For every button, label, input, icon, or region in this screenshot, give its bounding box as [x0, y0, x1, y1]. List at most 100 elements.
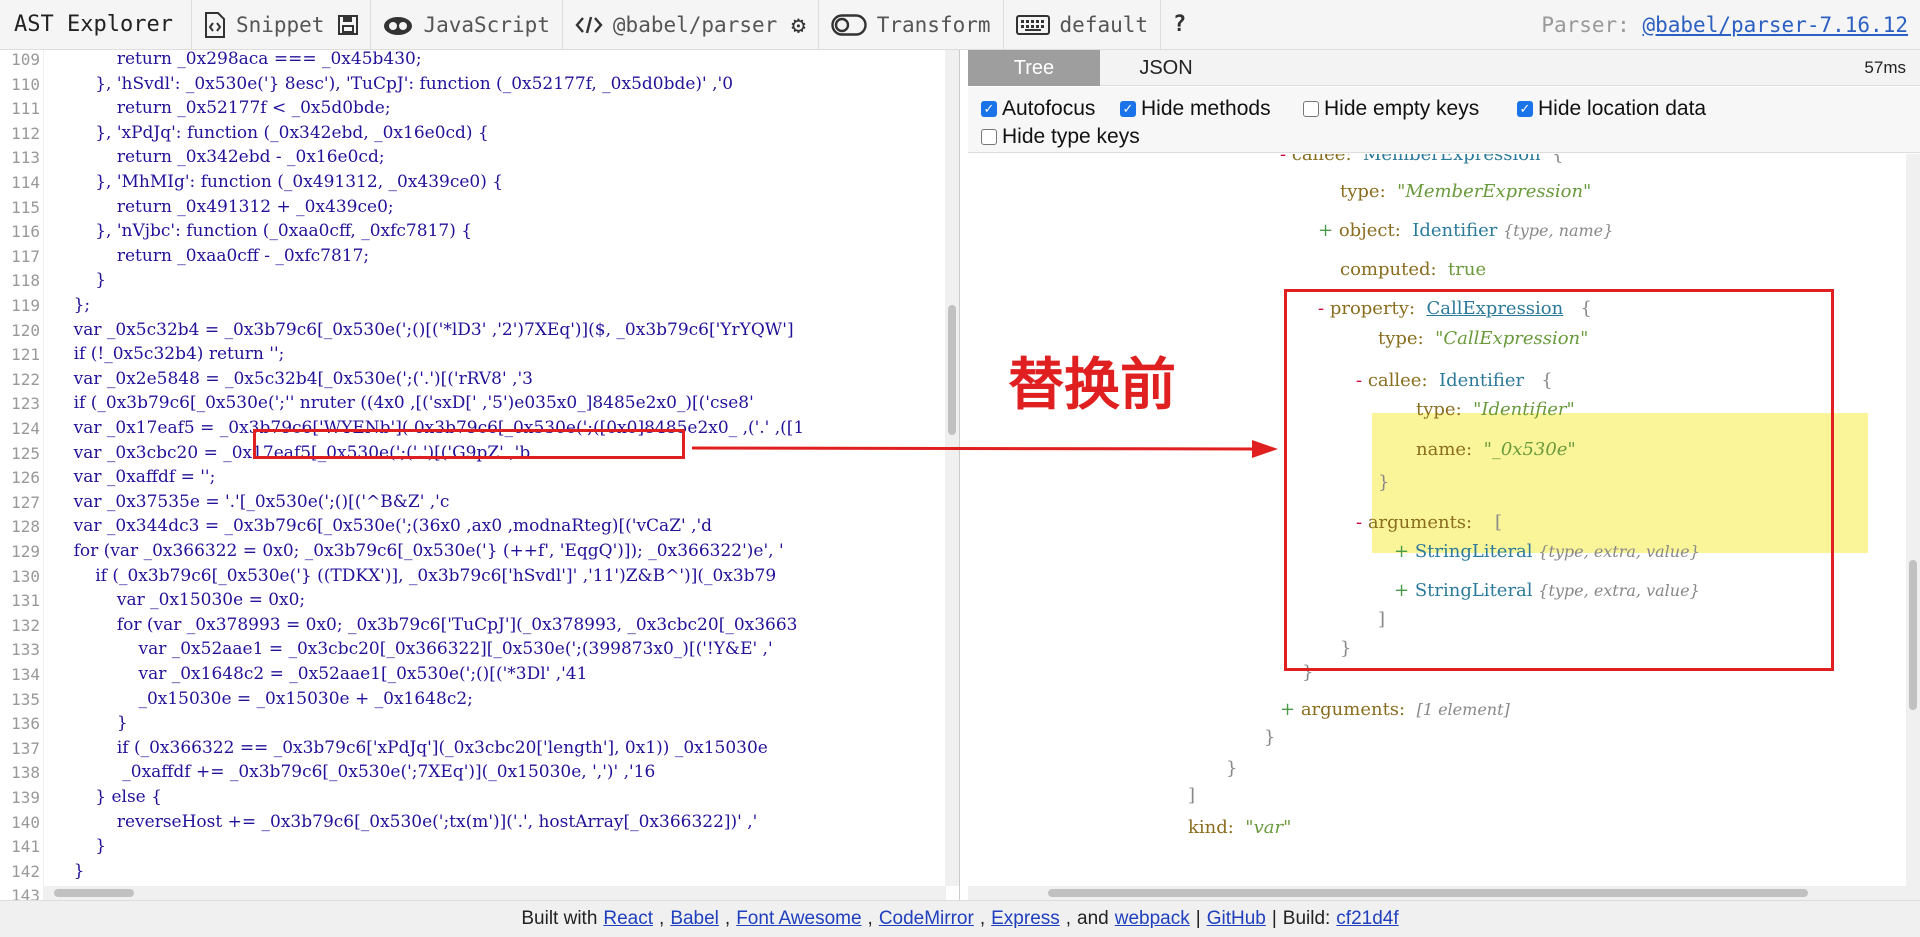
parser-version-link[interactable]: @babel/parser-7.16.12: [1642, 13, 1908, 37]
code-line[interactable]: var _0x1648c2 = _0x52aae1[_0x530e(';()[(…: [52, 664, 587, 684]
code-line[interactable]: var _0x52aae1 = _0x3cbc20[_0x366322][_0x…: [52, 639, 772, 659]
code-line[interactable]: var _0x344dc3 = _0x3b79c6[_0x530e(';(36x…: [52, 516, 712, 536]
code-line[interactable]: return _0xaa0cff - _0xfc7817;: [52, 246, 369, 266]
save-button[interactable]: [336, 0, 370, 50]
footer-build-prefix: Build:: [1282, 908, 1331, 929]
toggle-icon: [831, 13, 867, 36]
option-autofocus[interactable]: ✓ Autofocus: [981, 97, 1095, 121]
transform-label: Transform: [876, 12, 991, 37]
code-line[interactable]: }: [52, 861, 85, 881]
footer-link-github[interactable]: GitHub: [1207, 908, 1266, 930]
tab-tree[interactable]: Tree: [968, 50, 1100, 86]
line-number: 132: [11, 615, 40, 635]
line-number: 124: [11, 419, 40, 438]
line-number: 130: [11, 566, 40, 586]
code-line[interactable]: for (var _0x378993 = 0x0; _0x3b79c6['TuC…: [52, 615, 798, 635]
key: callee:: [1291, 154, 1352, 165]
code-line[interactable]: var _0x2e5848 = _0x5c32b4[_0x530e(';('.'…: [52, 369, 533, 389]
option-label: Hide location data: [1538, 97, 1707, 120]
code-line[interactable]: return _0x298aca === _0x45b430;: [52, 50, 422, 69]
scrollbar-thumb[interactable]: [948, 305, 956, 435]
tree-horizontal-scrollbar[interactable]: [968, 886, 1920, 900]
code-line[interactable]: }, 'nVjbc': function (_0xaa0cff, _0xfc78…: [52, 221, 472, 241]
code-line[interactable]: var _0x5c32b4 = _0x3b79c6[_0x530e(';()[(…: [52, 320, 794, 340]
code-line[interactable]: if (!_0x5c32b4) return '';: [52, 344, 285, 364]
checkbox-icon[interactable]: ✓: [981, 101, 997, 117]
parser-select[interactable]: @babel/parser: [561, 0, 789, 50]
code-line[interactable]: };: [52, 295, 91, 315]
footer-link-font-awesome[interactable]: Font Awesome: [736, 908, 861, 930]
line-number: 112: [11, 123, 40, 143]
code-line[interactable]: if (_0x3b79c6[_0x530e(';'' nruter ((4x0 …: [52, 393, 754, 413]
expand-toggle[interactable]: +: [1280, 699, 1301, 720]
code-editor[interactable]: 109 110 111 112 113 114 115 116 117 118 119 120 121 1…: [0, 50, 960, 900]
scrollbar-thumb[interactable]: [1909, 560, 1917, 710]
option-hide-empty-keys[interactable]: Hide empty keys: [1303, 97, 1479, 121]
code-line[interactable]: _0xaffdf += _0x3b79c6[_0x530e(';7XEq')](…: [52, 762, 655, 782]
code-line[interactable]: reverseHost += _0x3b79c6[_0x530e(';tx(m'…: [52, 812, 757, 832]
code-line[interactable]: if (_0x366322 == _0x3b79c6['xPdJq'](_0x3…: [52, 738, 768, 758]
line-number: 133: [11, 640, 40, 660]
keymap-select[interactable]: default: [1002, 0, 1161, 50]
editor-horizontal-scrollbar[interactable]: [44, 886, 946, 900]
code-line[interactable]: }: [52, 270, 106, 290]
line-number: 119: [11, 296, 40, 315]
keyboard-icon: [1015, 14, 1050, 35]
code-line[interactable]: }, 'xPdJq': function (_0x342ebd, _0x16e0…: [52, 123, 489, 143]
line-number: 120: [11, 320, 40, 340]
scrollbar-thumb[interactable]: [54, 889, 134, 897]
parser-settings-button[interactable]: ⚙: [789, 0, 817, 50]
checkbox-icon[interactable]: [981, 129, 997, 145]
code-line[interactable]: if (_0x3b79c6[_0x530e('} ((TDKX')], _0x3…: [52, 566, 776, 586]
code-brackets-icon: [575, 15, 603, 35]
checkbox-icon[interactable]: ✓: [1517, 101, 1533, 117]
help-button[interactable]: ?: [1160, 0, 1198, 50]
tree-node-object[interactable]: + object: Identifier {type, name}: [1318, 220, 1613, 241]
line-number: 131: [11, 591, 40, 611]
line-number: 123: [11, 394, 40, 414]
code-line[interactable]: _0x15030e = _0x15030e + _0x1648c2;: [52, 689, 472, 709]
tree-node-outer-arguments[interactable]: + arguments: [1 element]: [1280, 699, 1510, 720]
expand-toggle[interactable]: +: [1318, 220, 1339, 241]
code-line[interactable]: return _0x491312 + _0x439ce0;: [52, 197, 394, 217]
code-line[interactable]: }, 'MhMIg': function (_0x491312, _0x439c…: [52, 172, 503, 192]
code-line[interactable]: var _0xaffdf = '';: [52, 467, 216, 487]
code-line[interactable]: }: [52, 713, 128, 733]
code-line[interactable]: }, 'hSvdl': _0x530e('} 8esc'), 'TuCpJ': …: [52, 74, 733, 94]
option-hide-location-data[interactable]: ✓ Hide location data: [1517, 97, 1706, 121]
footer-built-with: Built with: [521, 908, 598, 929]
tree-prop-computed: computed: true: [1340, 259, 1487, 280]
transform-toggle[interactable]: Transform: [817, 0, 1003, 50]
line-number: 122: [11, 369, 40, 389]
footer-link-express[interactable]: Express: [991, 908, 1060, 930]
option-hide-methods[interactable]: ✓ Hide methods: [1120, 97, 1271, 121]
snippet-menu[interactable]: Snippet: [190, 0, 337, 50]
footer-link-codemirror[interactable]: CodeMirror: [879, 908, 974, 930]
code-line[interactable]: var _0x15030e = 0x0;: [52, 590, 305, 610]
tree-node-callee[interactable]: - callee: MemberExpression {: [1280, 154, 1564, 165]
option-hide-type-keys[interactable]: Hide type keys: [981, 125, 1140, 149]
code-line[interactable]: return _0x342ebd - _0x16e0cd;: [52, 147, 385, 167]
footer-link-babel[interactable]: Babel: [670, 908, 719, 930]
code-line[interactable]: return _0x52177f < _0x5d0bde;: [52, 98, 391, 118]
code-line[interactable]: var _0x37535e = '.'[_0x530e(';()[('^B&Z'…: [52, 492, 450, 512]
checkbox-icon[interactable]: ✓: [1120, 101, 1136, 117]
code-file-icon: [204, 11, 226, 38]
checkbox-icon[interactable]: [1303, 101, 1319, 117]
editor-vertical-scrollbar[interactable]: [945, 50, 959, 886]
scrollbar-thumb[interactable]: [1048, 889, 1808, 897]
footer-build-hash[interactable]: cf21d4f: [1336, 908, 1398, 930]
tree-vertical-scrollbar[interactable]: [1906, 154, 1920, 886]
footer-link-react[interactable]: React: [603, 908, 653, 930]
code-line[interactable]: for (var _0x366322 = 0x0; _0x3b79c6[_0x5…: [52, 541, 784, 561]
code-line[interactable]: }: [52, 836, 106, 856]
language-select[interactable]: JavaScript: [370, 0, 561, 50]
toolbar: AST Explorer Snippet JavaScript @babel/p…: [0, 0, 1920, 50]
code-line[interactable]: } else {: [52, 787, 162, 807]
collapse-toggle[interactable]: -: [1280, 154, 1292, 165]
line-number: 126: [11, 468, 40, 488]
tree-prop-kind: kind: "var": [1188, 817, 1292, 838]
parser-prefix: Parser:: [1541, 12, 1630, 37]
tab-json[interactable]: JSON: [1100, 50, 1232, 86]
footer-link-webpack[interactable]: webpack: [1115, 908, 1190, 930]
